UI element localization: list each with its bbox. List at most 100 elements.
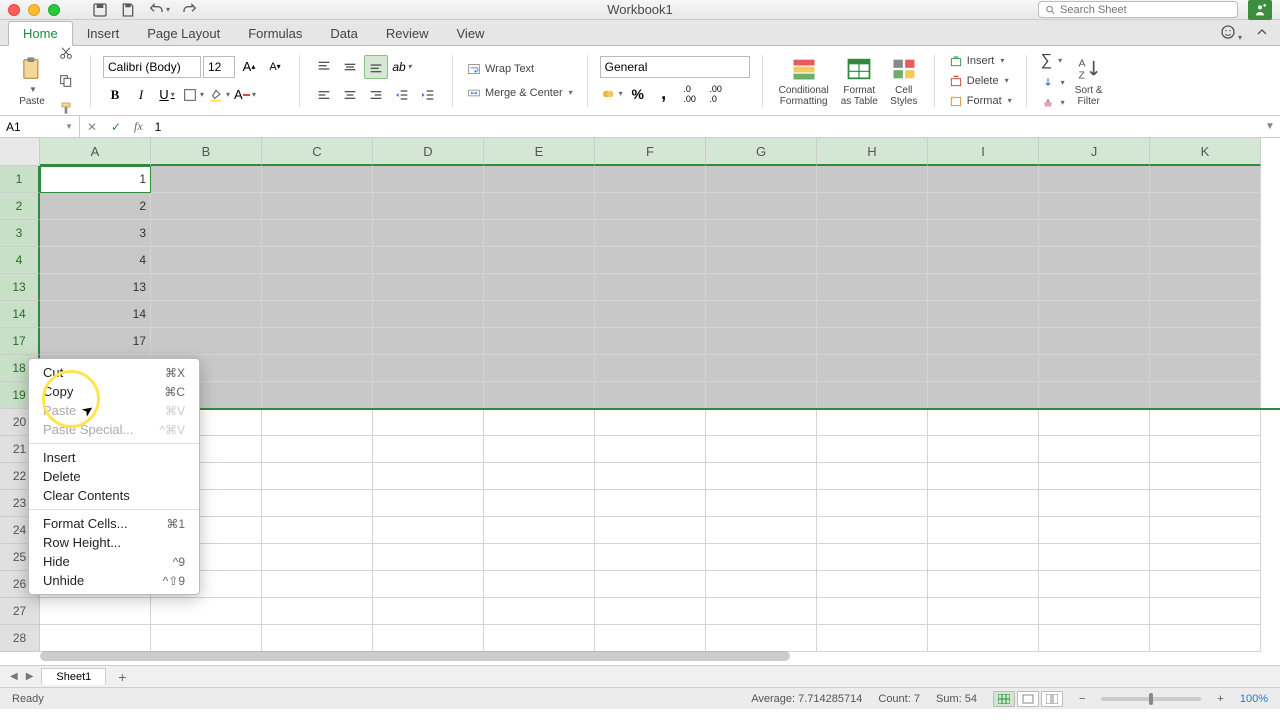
cell-F2[interactable] [595,193,706,220]
cell-F1[interactable] [595,166,706,193]
column-header-F[interactable]: F [595,138,706,166]
cell-H14[interactable] [817,301,928,328]
cell-A17[interactable]: 17 [40,328,151,355]
zoom-window-button[interactable] [48,4,60,16]
cell-J1[interactable] [1039,166,1150,193]
horizontal-scrollbar[interactable] [40,651,790,661]
select-all-corner[interactable] [0,138,40,166]
cell-A27[interactable] [40,598,151,625]
cell-F26[interactable] [595,571,706,598]
cell-I2[interactable] [928,193,1039,220]
align-left-icon[interactable] [312,83,336,107]
tab-page-layout[interactable]: Page Layout [133,22,234,45]
cell-J3[interactable] [1039,220,1150,247]
cell-F23[interactable] [595,490,706,517]
cell-E19[interactable] [484,382,595,409]
cell-I20[interactable] [928,409,1039,436]
cell-I21[interactable] [928,436,1039,463]
cell-B1[interactable] [151,166,262,193]
cell-H18[interactable] [817,355,928,382]
cell-A28[interactable] [40,625,151,652]
cell-G25[interactable] [706,544,817,571]
cell-K23[interactable] [1150,490,1261,517]
cell-E25[interactable] [484,544,595,571]
menu-item-unhide[interactable]: Unhide^⇧9 [29,571,199,590]
undo-icon[interactable]: ▾ [148,2,170,18]
cell-E28[interactable] [484,625,595,652]
cell-I28[interactable] [928,625,1039,652]
cell-E22[interactable] [484,463,595,490]
cell-F17[interactable] [595,328,706,355]
cell-G14[interactable] [706,301,817,328]
cell-K25[interactable] [1150,544,1261,571]
redo-icon[interactable] [182,2,198,18]
cell-D1[interactable] [373,166,484,193]
cell-C4[interactable] [262,247,373,274]
cell-A4[interactable]: 4 [40,247,151,274]
cell-G13[interactable] [706,274,817,301]
cell-F3[interactable] [595,220,706,247]
tab-data[interactable]: Data [316,22,371,45]
cell-C26[interactable] [262,571,373,598]
cell-D21[interactable] [373,436,484,463]
row-header-2[interactable]: 2 [0,193,40,220]
minimize-window-button[interactable] [28,4,40,16]
cell-H21[interactable] [817,436,928,463]
sort-filter-button[interactable]: AZSort & Filter [1071,53,1107,109]
cell-B28[interactable] [151,625,262,652]
cell-C28[interactable] [262,625,373,652]
cell-F28[interactable] [595,625,706,652]
column-header-A[interactable]: A [40,138,151,166]
decrease-indent-icon[interactable] [390,83,414,107]
cell-G3[interactable] [706,220,817,247]
row-header-1[interactable]: 1 [0,166,40,193]
number-format-select[interactable] [600,56,750,78]
cell-H17[interactable] [817,328,928,355]
cell-I1[interactable] [928,166,1039,193]
cell-J24[interactable] [1039,517,1150,544]
cell-H19[interactable] [817,382,928,409]
cell-D27[interactable] [373,598,484,625]
cell-A3[interactable]: 3 [40,220,151,247]
cell-H13[interactable] [817,274,928,301]
increase-decimal-icon[interactable]: .0.00 [678,82,702,106]
decrease-decimal-icon[interactable]: .00.0 [704,82,728,106]
cell-K20[interactable] [1150,409,1261,436]
cell-G20[interactable] [706,409,817,436]
cell-J21[interactable] [1039,436,1150,463]
cell-F22[interactable] [595,463,706,490]
decrease-font-icon[interactable]: A▾ [263,55,287,79]
font-color-button[interactable]: A▾ [233,83,257,107]
cell-D25[interactable] [373,544,484,571]
column-header-K[interactable]: K [1150,138,1261,166]
tab-formulas[interactable]: Formulas [234,22,316,45]
align-top-icon[interactable] [312,55,336,79]
sheet-nav-next[interactable]: ▶ [24,671,36,682]
cell-C13[interactable] [262,274,373,301]
menu-item-cut[interactable]: Cut⌘X [29,363,199,382]
cell-D26[interactable] [373,571,484,598]
cell-I23[interactable] [928,490,1039,517]
copy-icon[interactable] [54,69,78,93]
row-header-13[interactable]: 13 [0,274,40,301]
cell-E4[interactable] [484,247,595,274]
cell-G27[interactable] [706,598,817,625]
paste-button[interactable]: ▼ Paste [14,53,50,109]
cell-C18[interactable] [262,355,373,382]
menu-item-row-height[interactable]: Row Height... [29,533,199,552]
cell-I24[interactable] [928,517,1039,544]
cell-B17[interactable] [151,328,262,355]
column-header-B[interactable]: B [151,138,262,166]
cell-E21[interactable] [484,436,595,463]
cell-D23[interactable] [373,490,484,517]
cell-J13[interactable] [1039,274,1150,301]
column-header-H[interactable]: H [817,138,928,166]
cell-E2[interactable] [484,193,595,220]
cell-K18[interactable] [1150,355,1261,382]
cell-F4[interactable] [595,247,706,274]
cell-A1[interactable]: 1 [40,166,151,193]
menu-item-format-cells[interactable]: Format Cells...⌘1 [29,514,199,533]
cell-I19[interactable] [928,382,1039,409]
tab-home[interactable]: Home [8,21,73,46]
cell-I14[interactable] [928,301,1039,328]
